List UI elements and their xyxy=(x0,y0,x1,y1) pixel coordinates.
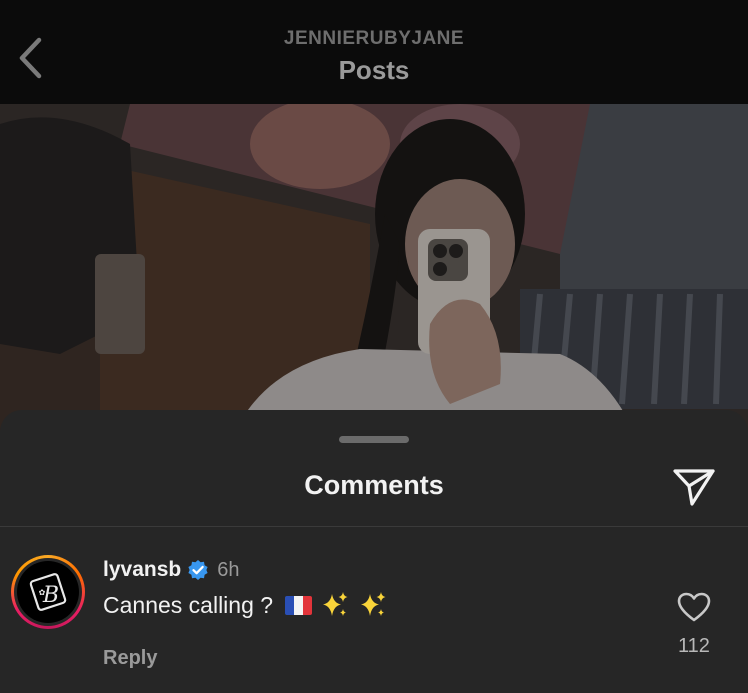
post-image: NOT xyxy=(0,104,748,444)
heart-icon xyxy=(677,592,711,622)
like-button[interactable] xyxy=(674,589,714,625)
verified-badge-icon xyxy=(187,559,209,581)
comment-text-row: Cannes calling ? xyxy=(103,590,388,620)
sheet-drag-handle[interactable] xyxy=(339,436,409,443)
avatar-logo-icon: B ✿ xyxy=(20,564,76,620)
comments-title: Comments xyxy=(304,470,444,500)
sparkles-icon xyxy=(358,590,388,620)
comment-text: Cannes calling ? xyxy=(103,591,274,618)
sparkles-icon xyxy=(320,590,350,620)
account-name[interactable]: JENNIERUBYJANE xyxy=(0,28,748,50)
reply-button[interactable]: Reply xyxy=(103,647,157,670)
svg-text:✿: ✿ xyxy=(39,588,46,597)
top-header: JENNIERUBYJANE Posts xyxy=(0,0,748,104)
france-flag-icon xyxy=(285,595,313,615)
comment-item: B ✿ lyvansb 6h Cannes calling ? Reply 11… xyxy=(0,527,748,693)
avatar[interactable]: B ✿ xyxy=(11,555,85,629)
comment-timestamp: 6h xyxy=(217,558,240,581)
comments-sheet: Comments B ✿ lyvansb 6h Cannes calling ?… xyxy=(0,410,748,693)
comment-username[interactable]: lyvansb xyxy=(103,558,181,582)
paper-plane-icon xyxy=(673,469,715,506)
share-button[interactable] xyxy=(670,465,718,509)
page-title: Posts xyxy=(338,55,410,85)
like-count: 112 xyxy=(678,635,710,657)
comment-meta: lyvansb 6h xyxy=(103,558,239,582)
